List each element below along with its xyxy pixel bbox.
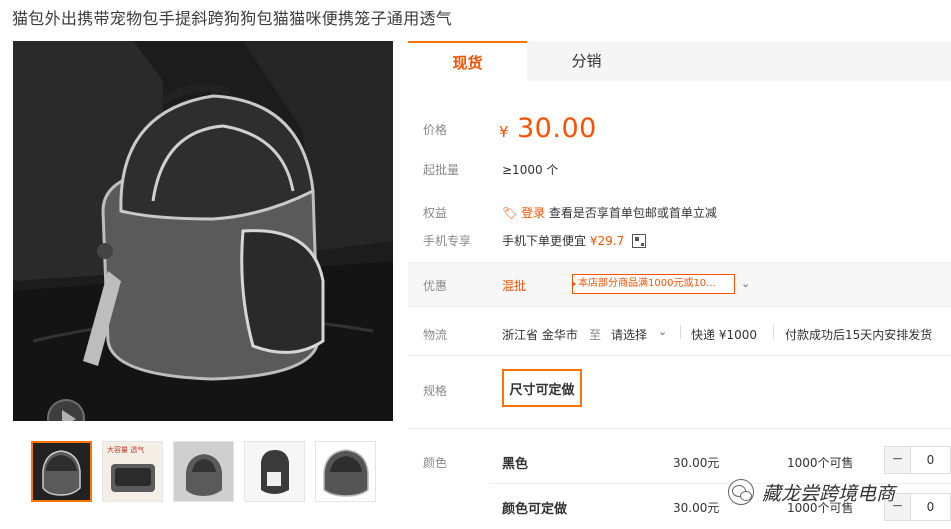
qr-code-icon[interactable] — [632, 234, 647, 248]
thumb-caption: 大容量 透气 — [107, 445, 144, 454]
login-link[interactable]: 登录 — [521, 206, 545, 220]
minus-button[interactable]: − — [885, 447, 911, 473]
offer-tabs: 现货 分销 — [408, 41, 951, 81]
price-currency: ¥ — [499, 123, 509, 141]
section-divider — [408, 428, 951, 429]
quantity-stepper: − 0 — [884, 446, 951, 474]
thumbnail-5[interactable] — [315, 441, 376, 502]
color-label: 颜色 — [423, 456, 448, 470]
benefits-text: 查看是否享首单包邮或首单立减 — [548, 206, 717, 220]
thumbnail-3[interactable] — [173, 441, 234, 502]
spec-option-custom[interactable]: 尺寸可定做 — [502, 369, 582, 407]
promo-type: 混批 — [502, 279, 527, 293]
mobile-text: 手机下单更便宜 — [502, 234, 587, 248]
moq-label: 起批量 — [423, 163, 460, 177]
benefits-row: 🏷 登录 查看是否享首单包邮或首单立减 — [502, 204, 717, 221]
wechat-watermark: 藏龙尝跨境电商 — [728, 474, 950, 510]
mobile-price: ¥29.7 — [589, 234, 625, 248]
moq-value: ≥1000 个 — [502, 163, 559, 177]
divider — [773, 325, 774, 339]
destination-select[interactable]: 请选择 — [611, 326, 647, 343]
logistics-to-label: 至 — [589, 328, 602, 342]
tab-spot[interactable]: 现货 — [408, 41, 527, 81]
color-row-price: 30.00元 — [673, 456, 720, 470]
mobile-label: 手机专享 — [423, 234, 472, 248]
destination-chevron-icon[interactable]: ⌄ — [658, 325, 667, 338]
color-row-name: 黑色 — [502, 457, 529, 472]
color-row-stock: 1000个可售 — [787, 456, 854, 470]
thumbnail-1[interactable] — [31, 441, 92, 502]
thumbnail-strip: 大容量 透气 — [31, 441, 376, 502]
benefits-label: 权益 — [423, 206, 448, 220]
promo-label: 优惠 — [423, 279, 448, 293]
price-value: 30.00 — [517, 113, 597, 144]
thumbnail-2[interactable]: 大容量 透气 — [102, 441, 163, 502]
wechat-icon — [728, 479, 754, 505]
logistics-from: 浙江省 金华市 — [502, 328, 578, 342]
chevron-down-icon[interactable]: ⌄ — [741, 277, 750, 290]
promo-tag[interactable]: 本店部分商品满1000元或10... — [572, 274, 735, 294]
main-product-image[interactable]: 🔍 — [13, 41, 393, 421]
spec-label: 规格 — [423, 384, 448, 398]
price-label: 价格 — [423, 123, 448, 137]
quantity-value[interactable]: 0 — [911, 447, 950, 473]
express-fee: 快递 ¥1000 — [691, 328, 757, 342]
mobile-row: 手机下单更便宜 ¥29.7 — [502, 232, 647, 249]
section-divider — [408, 355, 951, 356]
watermark-text: 藏龙尝跨境电商 — [762, 482, 896, 505]
color-row-name: 颜色可定做 — [502, 502, 568, 517]
coupon-icon: 🏷 — [502, 206, 518, 220]
color-row-price: 30.00元 — [673, 501, 720, 515]
delivery-note: 付款成功后15天内安排发货 — [785, 328, 933, 342]
logistics-label: 物流 — [423, 328, 448, 342]
divider — [680, 325, 681, 339]
product-title: 猫包外出携带宠物包手提斜跨狗狗包猫猫咪便携笼子通用透气 — [12, 9, 453, 28]
tab-distribution[interactable]: 分销 — [527, 41, 646, 81]
thumbnail-4[interactable] — [244, 441, 305, 502]
